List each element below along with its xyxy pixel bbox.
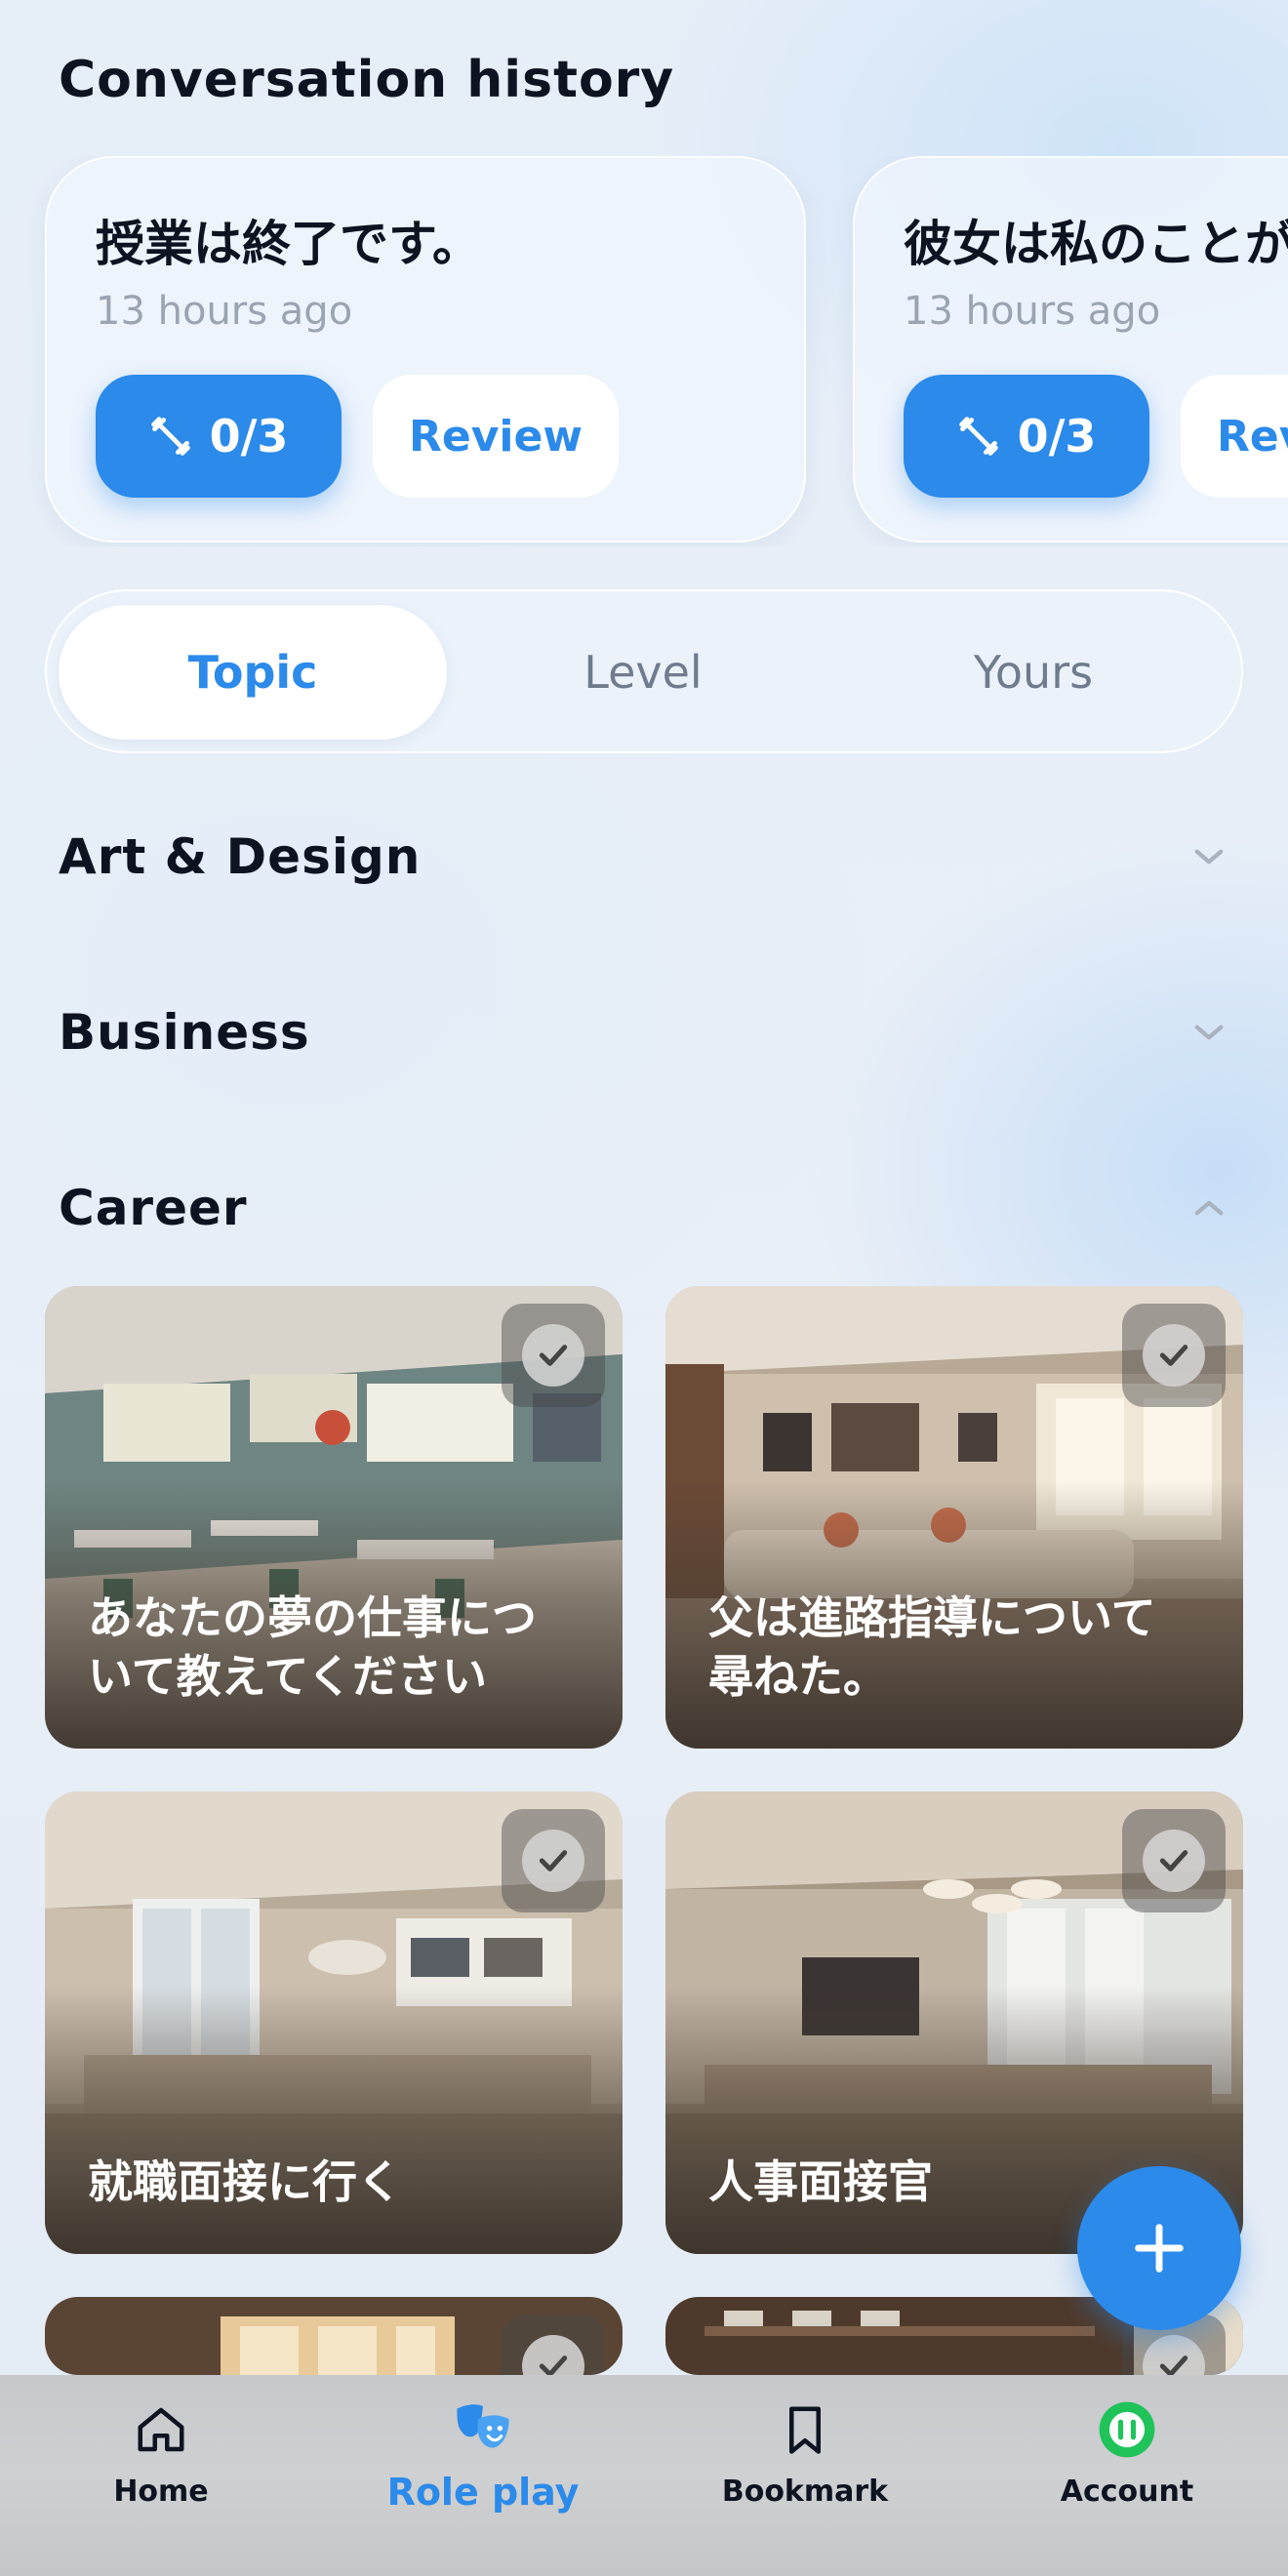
completed-badge [1122, 1304, 1226, 1407]
history-card-title: 彼女は私のことが [904, 216, 1288, 272]
conversation-history-title: Conversation history [59, 51, 675, 109]
card-title: あなたの夢の仕事について教えてください [88, 1591, 537, 1703]
plus-icon [1135, 2224, 1184, 2273]
nav-account[interactable]: Account [966, 2375, 1288, 2576]
history-card-time: 13 hours ago [96, 289, 353, 334]
history-card[interactable]: 彼女は私のことが 13 hours ago 0/3 Review [853, 156, 1288, 543]
review-button[interactable]: Review [373, 375, 619, 498]
check-icon [539, 1850, 568, 1872]
category-tabs: Topic Level Yours [45, 589, 1243, 753]
completed-badge [502, 1809, 605, 1912]
history-card[interactable]: 授業は終了です。 13 hours ago 0/3 Review [45, 156, 806, 543]
check-icon [539, 2355, 568, 2375]
nav-bookmark[interactable]: Bookmark [644, 2375, 966, 2576]
tab-topic[interactable]: Topic [59, 605, 447, 740]
category-business[interactable]: Business [59, 993, 1229, 1071]
card-title: 父は進路指導について尋ねた。 [708, 1591, 1156, 1703]
tab-level[interactable]: Level [449, 605, 837, 740]
card-gradient [45, 1986, 623, 2254]
nav-label: Account [1060, 2475, 1194, 2509]
completed-badge [1122, 1809, 1226, 1912]
progress-button[interactable]: 0/3 [96, 375, 342, 498]
dumbbell-icon [958, 417, 998, 456]
category-art-design[interactable]: Art & Design [59, 818, 1229, 896]
nav-label: Home [113, 2475, 209, 2509]
card-title: 就職面接に行く [88, 2155, 402, 2208]
theater-masks-icon [457, 2404, 509, 2448]
check-icon [1159, 1850, 1188, 1872]
nav-role-play[interactable]: Role play [322, 2375, 644, 2576]
chevron-down-icon [1194, 849, 1224, 865]
category-label: Career [59, 1180, 248, 1236]
dumbbell-icon [150, 417, 190, 456]
nav-label: Bookmark [721, 2475, 889, 2509]
topic-card[interactable] [45, 2297, 623, 2375]
history-carousel[interactable]: 授業は終了です。 13 hours ago 0/3 Review 彼女は私のこと… [0, 156, 1288, 546]
chevron-up-icon [1194, 1200, 1224, 1216]
completed-badge [502, 2314, 605, 2375]
bookmark-icon [789, 2406, 821, 2454]
bottom-navigation: Home Role play Bookmark Account [0, 2375, 1288, 2576]
topic-card[interactable]: 父は進路指導について尋ねた。 [665, 1286, 1243, 1749]
history-card-title: 授業は終了です。 [96, 216, 481, 272]
category-career[interactable]: Career [59, 1169, 1229, 1247]
progress-value: 0/3 [209, 410, 289, 463]
check-icon [1159, 2355, 1188, 2375]
check-icon [1159, 1345, 1188, 1366]
review-button[interactable]: Review [1181, 375, 1288, 498]
history-card-time: 13 hours ago [904, 289, 1161, 334]
completed-badge [502, 1304, 605, 1407]
chevron-down-icon [1194, 1025, 1224, 1040]
progress-value: 0/3 [1017, 410, 1097, 463]
tab-yours[interactable]: Yours [839, 605, 1228, 740]
progress-button[interactable]: 0/3 [904, 375, 1149, 498]
nav-label: Role play [386, 2471, 580, 2514]
nav-home[interactable]: Home [0, 2375, 322, 2576]
account-icon [1099, 2401, 1155, 2458]
category-label: Art & Design [59, 828, 422, 885]
topic-card[interactable]: 就職面接に行く [45, 1791, 623, 2254]
category-label: Business [59, 1004, 310, 1061]
home-icon [138, 2407, 184, 2452]
add-button[interactable] [1077, 2166, 1241, 2330]
check-icon [539, 1345, 568, 1366]
topic-card[interactable]: あなたの夢の仕事について教えてください [45, 1286, 623, 1749]
